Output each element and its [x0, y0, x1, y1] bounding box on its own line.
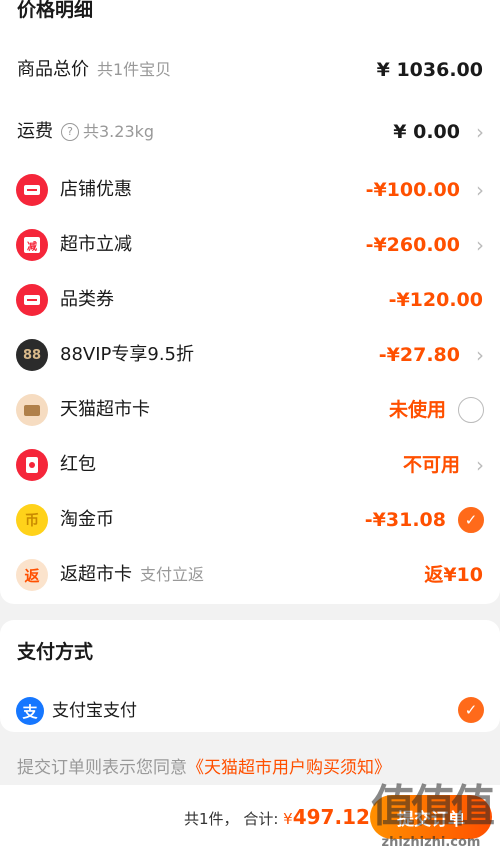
discount-value: -¥27.80	[378, 344, 460, 366]
shipping-weight: 共3.23kg	[83, 122, 155, 141]
alipay-label[interactable]: 支付宝支付	[52, 699, 137, 723]
goods-total-label: 商品总价	[17, 59, 89, 80]
chevron-right-icon: ›	[476, 343, 484, 367]
cashback-icon: 返	[16, 559, 48, 591]
shipping-value: ¥ 0.00	[393, 121, 460, 143]
discount-label: 店铺优惠	[60, 179, 132, 200]
alipay-icon: 支	[16, 697, 44, 725]
check-icon[interactable]: ✓	[458, 507, 484, 533]
discount-label: 88VIP专享9.5折	[60, 344, 195, 365]
discount-row-supermarket[interactable]: 减 超市立减 -¥260.00 ›	[0, 225, 500, 265]
discount-value: 返¥10	[424, 564, 483, 586]
item-count: 共1件，	[184, 810, 239, 828]
agreement-text: 提交订单则表示您同意《天猫超市用户购买须知》	[17, 758, 391, 778]
discount-value: 未使用	[388, 399, 446, 421]
shipping-row[interactable]: 运费? 共3.23kg ¥ 0.00 ›	[0, 112, 500, 152]
discount-label: 淘金币	[60, 509, 114, 530]
discount-label: 红包	[60, 454, 96, 475]
taojin-coin-icon: 币	[16, 504, 48, 536]
ticket-icon	[16, 174, 48, 206]
discount-row-tmall-card[interactable]: 天猫超市卡 未使用	[0, 390, 500, 430]
discount-value: 不可用	[402, 454, 460, 476]
currency-symbol: ¥	[283, 810, 293, 828]
chevron-right-icon: ›	[476, 233, 484, 257]
discount-label: 天猫超市卡	[60, 399, 150, 420]
checkout-bar: 共1件， 合计: ¥497.12 提交订单	[0, 785, 500, 863]
chevron-right-icon: ›	[476, 120, 484, 144]
submit-order-button[interactable]: 提交订单	[370, 795, 492, 839]
total-label: 合计:	[243, 810, 279, 828]
tmall-card-icon	[16, 394, 48, 426]
discount-label: 返超市卡	[60, 564, 132, 585]
88vip-icon: 88	[16, 339, 48, 371]
discount-value: -¥120.00	[388, 289, 483, 311]
chevron-right-icon: ›	[476, 178, 484, 202]
total-amount: 497.12	[292, 805, 370, 829]
goods-total-value: ¥ 1036.00	[376, 59, 483, 81]
discount-row-shop[interactable]: 店铺优惠 -¥100.00 ›	[0, 170, 500, 210]
ticket-icon	[16, 284, 48, 316]
shipping-label: 运费	[17, 121, 53, 142]
discount-row-red-packet[interactable]: 红包 不可用 ›	[0, 445, 500, 485]
agreement-link[interactable]: 《天猫超市用户购买须知》	[187, 758, 391, 778]
payment-title: 支付方式	[17, 641, 94, 663]
payment-card: 支付方式 支 支付宝支付 ✓	[0, 620, 500, 732]
discount-label: 品类券	[60, 289, 114, 310]
discount-row-taojin-coin[interactable]: 币 淘金币 -¥31.08 ✓	[0, 500, 500, 540]
discount-value: -¥260.00	[365, 234, 460, 256]
price-detail-card: 价格明细 商品总价 共1件宝贝 ¥ 1036.00 运费? 共3.23kg ¥ 0.…	[0, 0, 500, 604]
check-icon[interactable]: ✓	[458, 697, 484, 723]
goods-count: 共1件宝贝	[97, 60, 172, 79]
discount-row-88vip[interactable]: 88 88VIP专享9.5折 -¥27.80 ›	[0, 335, 500, 375]
tmall-card-radio[interactable]	[458, 397, 484, 423]
order-total: 共1件， 合计: ¥497.12	[184, 805, 370, 831]
discount-value: -¥100.00	[365, 179, 460, 201]
goods-total-row: 商品总价 共1件宝贝 ¥ 1036.00	[0, 50, 500, 90]
discount-value: -¥31.08	[364, 509, 446, 531]
red-packet-icon	[16, 449, 48, 481]
chevron-right-icon: ›	[476, 453, 484, 477]
price-detail-title: 价格明细	[17, 0, 94, 21]
discount-row-category[interactable]: 品类券 -¥120.00	[0, 280, 500, 320]
discount-row-cashback: 返 返超市卡 支付立返 返¥10	[0, 555, 500, 595]
cashback-note: 支付立返	[140, 565, 205, 584]
help-icon[interactable]: ?	[61, 123, 79, 141]
discount-label: 超市立减	[60, 234, 132, 255]
supermarket-reduce-icon: 减	[16, 229, 48, 261]
